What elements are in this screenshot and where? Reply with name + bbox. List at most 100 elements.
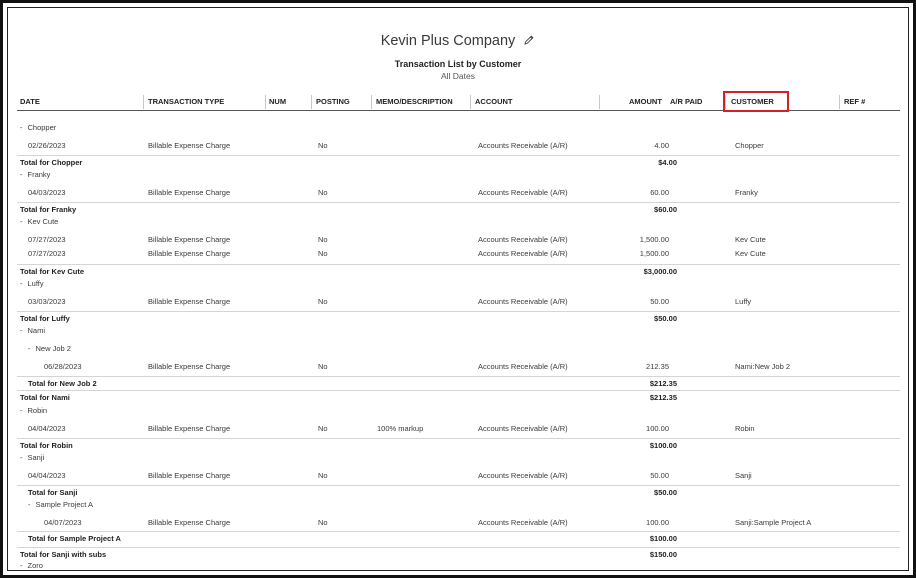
transaction-type-cell[interactable]: Billable Expense Charge	[148, 141, 230, 150]
amount-cell[interactable]: 50.00	[589, 471, 669, 480]
collapse-toggle-icon[interactable]: -	[20, 123, 23, 132]
total-row: Total for Franky $60.00	[17, 202, 900, 216]
group-label[interactable]: - Zoro	[20, 561, 43, 570]
total-row: Total for Sample Project A $100.00	[17, 531, 900, 545]
column-header-memo[interactable]: MEMO/DESCRIPTION	[376, 97, 453, 106]
column-header-num[interactable]: NUM	[269, 97, 286, 106]
column-header-ar-paid[interactable]: A/R PAID	[670, 97, 702, 106]
table-row[interactable]: 04/07/2023 Billable Expense Charge No Accou…	[17, 516, 900, 529]
group-label[interactable]: - Sanji	[20, 453, 44, 462]
table-row[interactable]: 02/26/2023 Billable Expense Charge No Accou…	[17, 139, 900, 152]
amount-cell[interactable]: 60.00	[589, 188, 669, 197]
posting-cell: No	[318, 141, 328, 150]
transaction-type-cell[interactable]: Billable Expense Charge	[148, 362, 230, 371]
column-header-amount[interactable]: AMOUNT	[629, 97, 662, 106]
table-row[interactable]: 04/03/2023 Billable Expense Charge No Accou…	[17, 186, 900, 199]
collapse-toggle-icon[interactable]: -	[20, 217, 23, 226]
table-row[interactable]: 03/03/2023 Billable Expense Charge No Accou…	[17, 295, 900, 308]
group-header-row: - Zoro	[17, 559, 900, 571]
table-row[interactable]: 06/28/2023 Billable Expense Charge No Accou…	[17, 360, 900, 373]
collapse-toggle-icon[interactable]: -	[28, 344, 31, 353]
total-amount: $4.00	[658, 158, 677, 167]
group-label[interactable]: - Luffy	[20, 279, 44, 288]
pencil-icon[interactable]	[523, 34, 535, 46]
transaction-type-cell[interactable]: Billable Expense Charge	[148, 249, 230, 258]
total-amount: $212.35	[649, 393, 677, 402]
customer-cell: Sanji:Sample Project A	[735, 518, 812, 527]
collapse-toggle-icon[interactable]: -	[28, 500, 31, 509]
total-label: Total for Franky	[20, 205, 77, 214]
amount-cell[interactable]: 50.00	[589, 297, 669, 306]
group-label[interactable]: - New Job 2	[28, 344, 71, 353]
table-row[interactable]: 07/27/2023 Billable Expense Charge No Accou…	[17, 233, 900, 246]
column-resize-handle[interactable]	[143, 95, 144, 109]
total-label: Total for Robin	[20, 441, 73, 450]
collapse-toggle-icon[interactable]: -	[20, 406, 23, 415]
column-header-account[interactable]: ACCOUNT	[475, 97, 513, 106]
date-cell[interactable]: 04/03/2023	[28, 188, 66, 197]
column-header-transaction-type[interactable]: TRANSACTION TYPE	[148, 97, 224, 106]
date-cell[interactable]: 06/28/2023	[44, 362, 82, 371]
posting-cell: No	[318, 424, 328, 433]
group-label[interactable]: - Franky	[20, 170, 50, 179]
total-amount: $3,000.00	[643, 267, 677, 276]
date-cell[interactable]: 04/04/2023	[28, 424, 66, 433]
column-resize-handle[interactable]	[599, 95, 600, 109]
transaction-type-cell[interactable]: Billable Expense Charge	[148, 188, 230, 197]
group-header-row: - Franky	[17, 168, 900, 181]
group-label[interactable]: - Sample Project A	[28, 500, 93, 509]
posting-cell: No	[318, 188, 328, 197]
company-name-text: Kevin Plus Company	[380, 33, 516, 49]
total-row: Total for Sanji $50.00	[17, 485, 900, 499]
date-cell[interactable]: 02/26/2023	[28, 141, 66, 150]
amount-cell[interactable]: 100.00	[589, 424, 669, 433]
total-row: Total for Robin $100.00	[17, 438, 900, 452]
collapse-toggle-icon[interactable]: -	[20, 279, 23, 288]
transaction-type-cell[interactable]: Billable Expense Charge	[148, 235, 230, 244]
table-row[interactable]: 04/04/2023 Billable Expense Charge No Accou…	[17, 469, 900, 482]
amount-cell[interactable]: 212.35	[589, 362, 669, 371]
collapse-toggle-icon[interactable]: -	[20, 170, 23, 179]
collapse-toggle-icon[interactable]: -	[20, 561, 23, 570]
group-label[interactable]: - Robin	[20, 406, 47, 415]
date-cell[interactable]: 04/04/2023	[28, 471, 66, 480]
column-resize-handle[interactable]	[311, 95, 312, 109]
column-resize-handle[interactable]	[371, 95, 372, 109]
account-cell: Accounts Receivable (A/R)	[478, 518, 568, 527]
column-resize-handle[interactable]	[839, 95, 840, 109]
transaction-type-cell[interactable]: Billable Expense Charge	[148, 297, 230, 306]
amount-cell[interactable]: 1,500.00	[589, 249, 669, 258]
column-resize-handle[interactable]	[265, 95, 266, 109]
group-label[interactable]: - Chopper	[20, 123, 56, 132]
total-amount: $150.00	[649, 550, 677, 559]
group-header-row: - Kev Cute	[17, 215, 900, 228]
customer-cell: Chopper	[735, 141, 764, 150]
account-cell: Accounts Receivable (A/R)	[478, 471, 568, 480]
column-header-ref[interactable]: REF #	[844, 97, 865, 106]
date-cell[interactable]: 04/07/2023	[44, 518, 82, 527]
transaction-type-cell[interactable]: Billable Expense Charge	[148, 471, 230, 480]
amount-cell[interactable]: 4.00	[589, 141, 669, 150]
column-resize-handle[interactable]	[470, 95, 471, 109]
amount-cell[interactable]: 100.00	[589, 518, 669, 527]
collapse-toggle-icon[interactable]: -	[20, 453, 23, 462]
transaction-type-cell[interactable]: Billable Expense Charge	[148, 518, 230, 527]
collapse-toggle-icon[interactable]: -	[20, 326, 23, 335]
date-cell[interactable]: 07/27/2023	[28, 249, 66, 258]
table-row[interactable]: 07/27/2023 Billable Expense Charge No Accou…	[17, 247, 900, 260]
column-header-posting[interactable]: POSTING	[316, 97, 350, 106]
group-name: Franky	[27, 170, 51, 179]
date-cell[interactable]: 03/03/2023	[28, 297, 66, 306]
account-cell: Accounts Receivable (A/R)	[478, 188, 568, 197]
group-label[interactable]: - Kev Cute	[20, 217, 58, 226]
transaction-type-cell[interactable]: Billable Expense Charge	[148, 424, 230, 433]
table-row[interactable]: 04/04/2023 Billable Expense Charge No 100% …	[17, 422, 900, 435]
group-name: Zoro	[27, 561, 43, 570]
column-header-date[interactable]: DATE	[20, 97, 40, 106]
total-row: Total for Chopper $4.00	[17, 155, 900, 169]
date-cell[interactable]: 07/27/2023	[28, 235, 66, 244]
posting-cell: No	[318, 518, 328, 527]
group-label[interactable]: - Nami	[20, 326, 45, 335]
group-name: New Job 2	[35, 344, 71, 353]
amount-cell[interactable]: 1,500.00	[589, 235, 669, 244]
